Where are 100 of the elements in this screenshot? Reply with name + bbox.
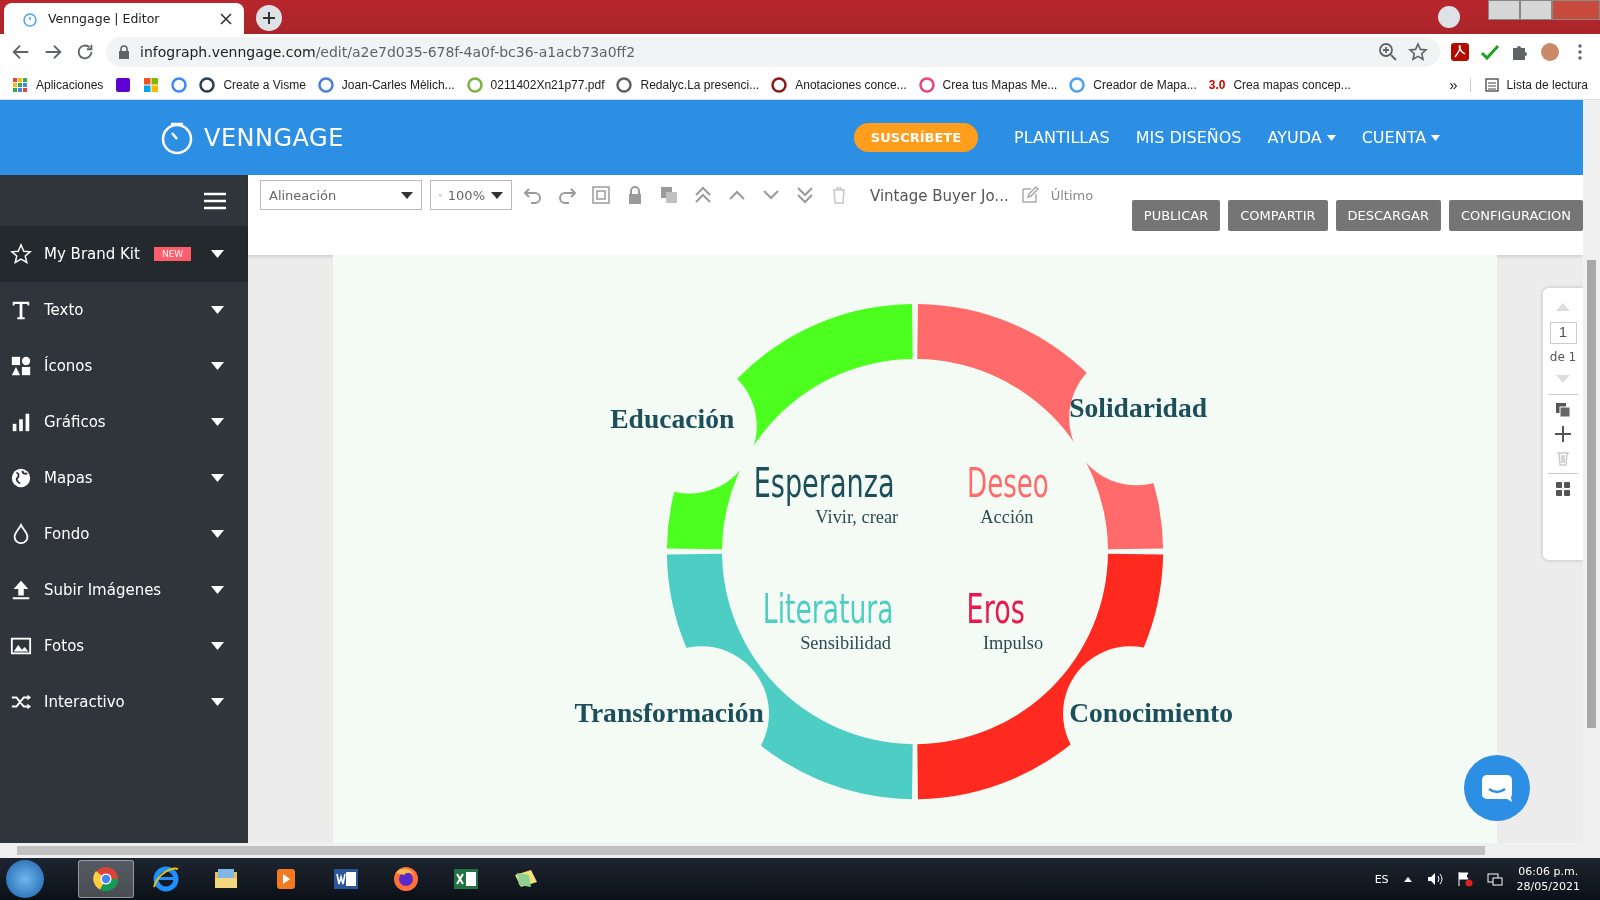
- alignment-dropdown[interactable]: Alineación: [260, 180, 422, 210]
- toolbar-button[interactable]: COMPARTIR: [1228, 200, 1328, 231]
- center-word: Literatura: [762, 584, 964, 633]
- bookmark[interactable]: Creador de Mapa...: [1093, 77, 1197, 92]
- site-icon: [616, 76, 633, 93]
- caret-icon: [211, 362, 224, 370]
- star-icon: [10, 243, 32, 265]
- image-icon: [10, 635, 32, 657]
- address-bar[interactable]: infograph.venngage.com/edit/a2e7d035-678f-4a0f-bc36-a1acb73a0ff2: [106, 37, 1440, 67]
- duplicate-icon[interactable]: [659, 185, 679, 205]
- sidebar-item[interactable]: Fotos: [0, 618, 248, 674]
- bookmark[interactable]: [115, 76, 132, 93]
- tab-title: Venngage | Editor: [48, 11, 161, 26]
- caret-icon: [211, 698, 224, 706]
- send-to-back-icon[interactable]: [795, 185, 815, 205]
- sidebar-item[interactable]: Íconos: [0, 338, 248, 394]
- browser-tab[interactable]: Venngage | Editor: [4, 3, 244, 34]
- upload-icon: [10, 579, 32, 601]
- sidebar-item[interactable]: Mapas: [0, 450, 248, 506]
- sidebar-item[interactable]: Subir Imágenes: [0, 562, 248, 618]
- more-bookmarks-button[interactable]: »: [1449, 76, 1458, 93]
- bookmark[interactable]: [171, 76, 188, 93]
- reading-list-button[interactable]: Lista de lectura: [1506, 77, 1588, 92]
- bookmark[interactable]: Aplicaciones: [36, 77, 104, 92]
- document-title[interactable]: Vintage Buyer Jo...: [870, 187, 1009, 205]
- menu-icon[interactable]: [204, 191, 226, 210]
- caret-icon: [211, 530, 224, 538]
- site-icon: [1069, 76, 1086, 93]
- bookmark[interactable]: Crea mapas concep...: [1233, 77, 1351, 92]
- chrome-icon: [92, 865, 120, 893]
- sidebar-item[interactable]: Texto: [0, 282, 248, 338]
- caret-icon: [1326, 134, 1336, 141]
- bar-chart-icon: [10, 411, 32, 433]
- chat-icon: [1480, 773, 1514, 803]
- add-page-icon[interactable]: [1554, 425, 1572, 443]
- vertical-scrollbar[interactable]: [1583, 100, 1600, 843]
- center-word: Esperanza: [753, 458, 966, 507]
- toolbar-button[interactable]: CONFIGURACION: [1449, 200, 1583, 231]
- toolbar-button[interactable]: PUBLICAR: [1131, 200, 1221, 231]
- horizontal-scrollbar[interactable]: [0, 843, 1600, 858]
- tab-search-button[interactable]: [1438, 6, 1460, 28]
- site-icon: [115, 76, 132, 93]
- sidebar-item[interactable]: My Brand Kit NEW: [0, 226, 248, 282]
- bookmark[interactable]: 0211402Xn21p77.pdf: [490, 77, 605, 92]
- start-button[interactable]: [6, 860, 44, 898]
- segment-label: Transformación: [574, 696, 764, 728]
- close-icon[interactable]: [220, 12, 232, 25]
- sidebar-item[interactable]: Gráficos: [0, 394, 248, 450]
- site-icon: [466, 76, 483, 93]
- windows-squares-icon: [143, 76, 160, 93]
- grid-icon[interactable]: [1554, 480, 1572, 498]
- flag-icon[interactable]: [1456, 871, 1473, 887]
- bring-to-front-icon[interactable]: [693, 185, 713, 205]
- pdf-extension-icon[interactable]: [1450, 42, 1470, 62]
- segment-label: Conocimiento: [1069, 696, 1233, 728]
- duplicate-page-icon[interactable]: [1554, 401, 1572, 419]
- caret-icon: [211, 642, 224, 650]
- undo-icon[interactable]: [523, 185, 543, 205]
- bookmark[interactable]: Crea tus Mapas Me...: [942, 77, 1058, 92]
- center-word: Deseo: [967, 458, 1096, 507]
- lock-icon: [118, 45, 130, 59]
- bookmark-icon: 3.0: [1208, 77, 1226, 92]
- bookmark[interactable]: Joan-Carles Mèlich...: [341, 77, 455, 92]
- star-icon[interactable]: [1408, 42, 1428, 62]
- caret-icon: [1431, 134, 1441, 141]
- caret-icon: [211, 250, 224, 258]
- center-subtitle: Sensibilidad: [800, 633, 891, 654]
- caret-icon: [211, 474, 224, 482]
- shapes-icon: [10, 355, 32, 377]
- checkmark-icon[interactable]: [1480, 42, 1500, 62]
- firefox-icon: [392, 865, 420, 893]
- sidebar-item[interactable]: Fondo: [0, 506, 248, 562]
- sidebar-item[interactable]: Interactivo: [0, 674, 248, 730]
- bookmark[interactable]: Redalyc.La presenci...: [640, 77, 760, 92]
- redo-icon[interactable]: [557, 185, 577, 205]
- zoom-icon[interactable]: [1378, 42, 1398, 62]
- bookmark[interactable]: Create a Visme: [223, 77, 306, 92]
- apps-grid-icon: [12, 76, 28, 93]
- bookmark[interactable]: [143, 76, 160, 93]
- plus-icon: [263, 12, 275, 24]
- toolbar-button[interactable]: DESCARGAR: [1335, 200, 1441, 231]
- caret-icon: [211, 418, 224, 426]
- avatar-icon[interactable]: [1540, 42, 1560, 62]
- page-number-field[interactable]: 1: [1549, 322, 1577, 344]
- chevron-up-icon[interactable]: [1402, 875, 1413, 883]
- segment-label: Solidaridad: [1069, 392, 1208, 424]
- center-word: Eros: [966, 584, 1055, 633]
- new-badge: NEW: [153, 247, 192, 261]
- bookmark[interactable]: Anotaciones conce...: [795, 77, 907, 92]
- new-tab-button[interactable]: [256, 5, 282, 31]
- volume-icon[interactable]: [1426, 871, 1443, 887]
- center-subtitle: Impulso: [982, 633, 1044, 654]
- page-count: de 1: [1549, 350, 1577, 364]
- network-icon[interactable]: [1486, 871, 1503, 887]
- url-text: infograph.venngage.com/edit/a2e7d035-678f-4a0f-bc36-a1acb73a0ff2: [140, 44, 636, 60]
- language-indicator[interactable]: ES: [1374, 872, 1389, 886]
- clock-icon: [22, 10, 38, 27]
- segment-label: Educación: [610, 403, 735, 435]
- zoom-dropdown[interactable]: 100%: [430, 180, 512, 210]
- clock[interactable]: 06:06 p.m. 28/05/2021: [1516, 864, 1594, 894]
